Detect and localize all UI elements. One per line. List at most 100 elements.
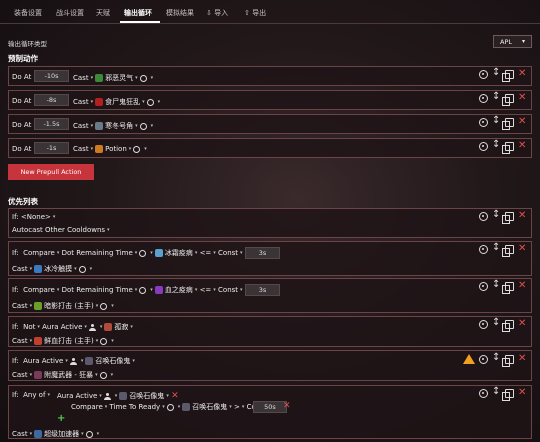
tab-rotation[interactable]: 输出循环 [124, 8, 152, 18]
apl-select[interactable]: APL ▾ [493, 35, 532, 48]
drag-handle-icon[interactable] [492, 242, 501, 254]
time-input[interactable]: -1.5s [34, 118, 69, 130]
condition-aura[interactable]: Aura Active ▾ ▾ 召唤石像鬼 ▾ ✕ [57, 391, 179, 401]
add-condition-button[interactable]: + [57, 413, 65, 424]
copy-icon[interactable] [502, 142, 514, 154]
action-cell[interactable]: Cast ▾ 鲜血打击 (主手) ▾ ▾ [12, 336, 114, 346]
remove-condition-icon[interactable]: ✕ [171, 391, 179, 401]
delete-icon[interactable] [518, 280, 527, 291]
priority-row[interactable]: If: Compare ▾ Dot Remaining Time ▾ ▾ 冰霜疫病 ▾ <… [8, 241, 532, 276]
copy-icon[interactable] [502, 282, 514, 294]
gear-icon[interactable] [100, 302, 108, 310]
eye-icon[interactable] [479, 320, 488, 329]
person-icon[interactable] [88, 323, 96, 331]
time-input[interactable]: -8s [34, 94, 69, 106]
delete-icon[interactable] [518, 68, 527, 79]
prepull-row[interactable]: Do At -1s Cast ▾ Potion ▾ ▾ [8, 138, 532, 158]
gear-icon[interactable] [139, 249, 147, 257]
delete-icon[interactable] [518, 353, 527, 364]
drag-handle-icon[interactable] [492, 209, 501, 221]
eye-icon[interactable] [479, 94, 488, 103]
eye-icon[interactable] [479, 70, 488, 79]
delete-icon[interactable] [518, 140, 527, 151]
prepull-row[interactable]: Do At -10s Cast ▾ 邪恶灵气 ▾ ▾ [8, 66, 532, 86]
condition-cell[interactable]: If: Compare ▾ Dot Remaining Time ▾ ▾ 血之疫病 ▾ <… [12, 285, 243, 295]
copy-icon[interactable] [502, 389, 514, 401]
action-cell[interactable]: Cast ▾ Potion ▾ ▾ [73, 145, 147, 153]
drag-handle-icon[interactable] [492, 115, 501, 127]
eye-icon[interactable] [479, 245, 488, 254]
gear-icon[interactable] [99, 371, 107, 379]
copy-icon[interactable] [502, 245, 514, 257]
gear-icon[interactable] [133, 145, 141, 153]
condition-cell[interactable]: If: Not ▾ Aura Active ▾ ▾ 孤寂 ▾ [12, 322, 133, 332]
copy-icon[interactable] [502, 354, 514, 367]
action-cell[interactable]: Cast ▾ 寒冬号角 ▾ ▾ [73, 121, 153, 131]
tab-combat[interactable]: 战斗设置 [56, 8, 84, 18]
drag-handle-icon[interactable] [492, 91, 501, 103]
gear-icon[interactable] [139, 286, 147, 294]
copy-icon[interactable] [502, 320, 514, 332]
priority-row[interactable]: If: Any of ▾ Aura Active ▾ ▾ 召唤石像鬼 ▾ ✕ Compar… [8, 385, 532, 439]
drag-handle-icon[interactable] [492, 279, 501, 291]
eye-icon[interactable] [479, 282, 488, 291]
gear-icon[interactable] [85, 430, 93, 438]
delete-icon[interactable] [518, 318, 527, 329]
condition-cell[interactable]: If: <None> ▾ [12, 213, 55, 221]
action-cell[interactable]: Cast ▾ 附魔武器 - 狂暴 ▾ ▾ [12, 370, 113, 380]
copy-icon[interactable] [502, 94, 514, 106]
condition-compare[interactable]: Compare▾ Time To Ready▾▾召唤石像鬼▾ >▾ Const▾ [71, 402, 271, 412]
eye-icon[interactable] [479, 354, 488, 364]
gear-icon[interactable] [78, 265, 86, 273]
priority-row[interactable]: If: Not ▾ Aura Active ▾ ▾ 孤寂 ▾ Cast ▾ 鲜血打击 (主手)… [8, 316, 532, 347]
tab-talents[interactable]: 天赋 [96, 8, 110, 18]
copy-icon[interactable] [502, 70, 514, 82]
gear-icon[interactable] [139, 74, 147, 82]
delete-icon[interactable] [518, 116, 527, 127]
tab-gear[interactable]: 装备设置 [14, 8, 42, 18]
tab-export[interactable]: ⇧ 导出 [244, 8, 266, 18]
value-input[interactable]: 50s [253, 401, 287, 413]
value-input[interactable]: 3s [245, 284, 280, 296]
person-icon[interactable] [69, 357, 77, 365]
remove-condition-button[interactable]: ✕ [283, 401, 291, 411]
priority-row[interactable]: If: <None> ▾ Autocast Other Cooldowns ▾ [8, 208, 532, 238]
new-prepull-button[interactable]: New Prepull Action [8, 164, 94, 180]
eye-icon[interactable] [479, 118, 488, 127]
delete-icon[interactable] [518, 92, 527, 103]
prepull-row[interactable]: Do At -1.5s Cast ▾ 寒冬号角 ▾ ▾ [8, 114, 532, 134]
gear-icon[interactable] [146, 98, 154, 106]
condition-cell[interactable]: If: Compare ▾ Dot Remaining Time ▾ ▾ 冰霜疫病 ▾ <… [12, 248, 243, 258]
gear-icon[interactable] [166, 403, 174, 411]
drag-handle-icon[interactable] [492, 386, 501, 398]
condition-cell[interactable]: If: Any of ▾ [12, 391, 50, 399]
copy-icon[interactable] [502, 212, 514, 224]
drag-handle-icon[interactable] [492, 139, 501, 151]
action-cell[interactable]: Autocast Other Cooldowns ▾ [12, 226, 110, 234]
drag-handle-icon[interactable] [492, 352, 501, 364]
delete-icon[interactable] [518, 210, 527, 221]
priority-row[interactable]: If: Aura Active ▾ ▾ 召唤石像鬼 ▾ Cast ▾ 附魔武器 - 狂暴 ▾ ▾ [8, 350, 532, 381]
action-cell[interactable]: Cast ▾ 邪恶灵气 ▾ ▾ [73, 73, 153, 83]
eye-icon[interactable] [479, 212, 488, 221]
drag-handle-icon[interactable] [492, 317, 501, 329]
action-cell[interactable]: Cast ▾ 暗影打击 (主手) ▾ ▾ [12, 301, 114, 311]
time-input[interactable]: -10s [34, 70, 69, 82]
delete-icon[interactable] [518, 243, 527, 254]
person-icon[interactable] [103, 392, 111, 400]
time-input[interactable]: -1s [34, 142, 69, 154]
tab-import[interactable]: ⇩ 导入 [206, 8, 228, 18]
priority-row[interactable]: If: Compare ▾ Dot Remaining Time ▾ ▾ 血之疫病 ▾ <… [8, 278, 532, 313]
copy-icon[interactable] [502, 118, 514, 130]
tab-results[interactable]: 模拟结果 [166, 8, 194, 18]
drag-handle-icon[interactable] [492, 67, 501, 79]
eye-icon[interactable] [479, 389, 488, 398]
prepull-row[interactable]: Do At -8s Cast ▾ 食尸鬼狂乱 ▾ ▾ [8, 90, 532, 110]
delete-icon[interactable] [518, 387, 527, 398]
action-cell[interactable]: Cast ▾ 超级加速器 ▾ ▾ [12, 429, 99, 439]
action-cell[interactable]: Cast ▾ 食尸鬼狂乱 ▾ ▾ [73, 97, 160, 107]
gear-icon[interactable] [139, 122, 147, 130]
action-cell[interactable]: Cast ▾ 冰冷触摸 ▾ ▾ [12, 264, 92, 274]
gear-icon[interactable] [100, 337, 108, 345]
value-input[interactable]: 3s [245, 247, 280, 259]
